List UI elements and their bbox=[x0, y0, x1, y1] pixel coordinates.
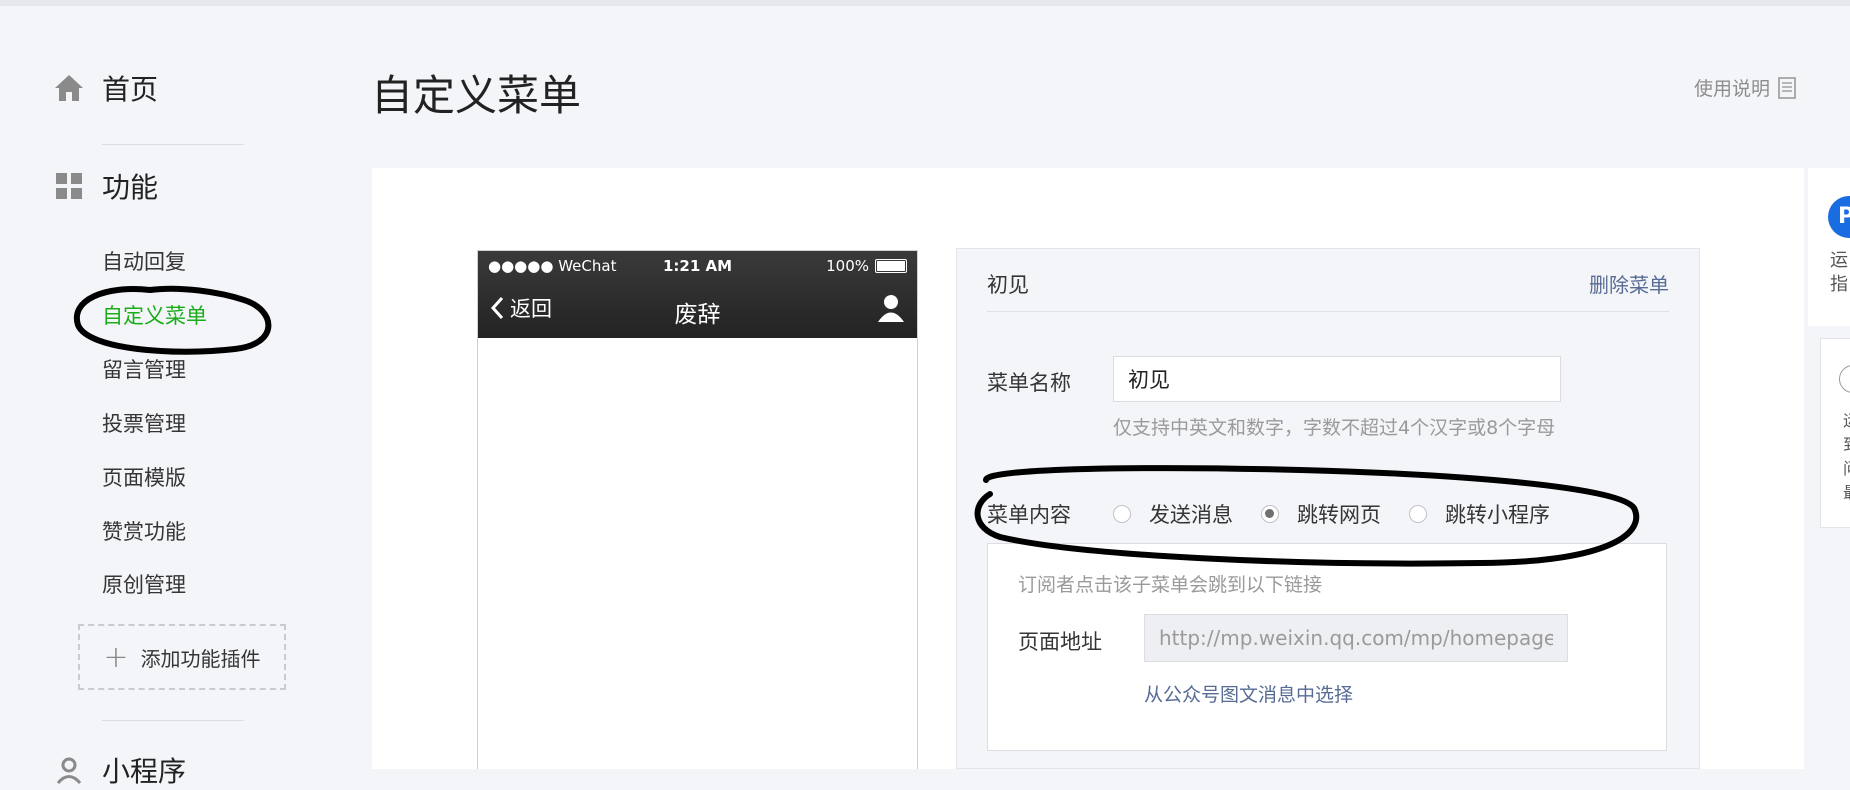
document-icon bbox=[1778, 76, 1796, 99]
menu-name-hint: 仅支持中英文和数字，字数不超过4个汉字或8个字母 bbox=[1113, 417, 1556, 439]
phone-header: ●●●●● WeChat 1:21 AM 100% 返回 废辞 bbox=[478, 251, 917, 338]
sidebar-item-page-templates[interactable]: 页面模版 bbox=[102, 462, 186, 492]
phone-nav-row: 返回 废辞 bbox=[478, 293, 917, 333]
sidebar-item-original[interactable]: 原创管理 bbox=[102, 569, 186, 599]
link-settings-box: 订阅者点击该子菜单会跳到以下链接 页面地址 从公众号图文消息中选择 bbox=[987, 543, 1667, 751]
link-hint: 订阅者点击该子菜单会跳到以下链接 bbox=[1018, 574, 1323, 596]
sidebar-item-auto-reply[interactable]: 自动回复 bbox=[102, 246, 186, 276]
profile-icon[interactable] bbox=[877, 293, 905, 323]
floating-text: 最 bbox=[1843, 479, 1850, 503]
phone-preview: ●●●●● WeChat 1:21 AM 100% 返回 废辞 bbox=[477, 250, 918, 769]
floating-text: 运 bbox=[1830, 250, 1848, 271]
phone-title: 废辞 bbox=[674, 302, 721, 328]
user-icon bbox=[52, 753, 86, 787]
add-plugin-label: 添加功能插件 bbox=[140, 646, 261, 671]
sidebar-item-reward[interactable]: 赞赏功能 bbox=[102, 516, 186, 546]
sidebar-divider bbox=[102, 720, 244, 721]
home-icon bbox=[52, 71, 86, 105]
url-input[interactable] bbox=[1144, 614, 1568, 662]
floating-text: 到 bbox=[1843, 431, 1850, 455]
radio-label: 跳转小程序 bbox=[1445, 503, 1550, 527]
battery-icon bbox=[875, 259, 907, 273]
help-link[interactable]: 使用说明 bbox=[1694, 74, 1796, 101]
floating-text: 运 bbox=[1843, 407, 1850, 431]
sidebar-item-custom-menu[interactable]: 自定义菜单 bbox=[102, 300, 207, 330]
phone-status-bar: ●●●●● WeChat 1:21 AM 100% bbox=[488, 257, 907, 277]
floating-text: 指 bbox=[1830, 274, 1848, 295]
plus-icon: + bbox=[103, 639, 129, 675]
radio-label: 跳转网页 bbox=[1297, 503, 1381, 527]
grid-icon bbox=[52, 169, 86, 203]
sidebar-mini-program[interactable]: 小程序 bbox=[52, 750, 186, 790]
help-label: 使用说明 bbox=[1694, 78, 1771, 100]
page-title: 自定义菜单 bbox=[371, 71, 582, 120]
radio-circle[interactable] bbox=[1409, 505, 1427, 523]
sidebar-functions-label: 功能 bbox=[102, 171, 159, 204]
panel-divider bbox=[987, 311, 1669, 312]
url-label: 页面地址 bbox=[1018, 630, 1102, 654]
floating-text: 问 bbox=[1843, 455, 1850, 479]
battery-label: 100% bbox=[826, 257, 869, 275]
add-plugin-button[interactable]: + 添加功能插件 bbox=[78, 624, 286, 690]
menu-content-label: 菜单内容 bbox=[987, 503, 1071, 527]
sidebar: 首页 功能 自动回复 自定义菜单 留言管理 投票管理 页面模版 赞赏功能 原创管… bbox=[0, 6, 330, 788]
floating-help-card[interactable]: P 运 指 bbox=[1808, 168, 1850, 326]
delete-menu-link[interactable]: 删除菜单 bbox=[1589, 269, 1669, 298]
radio-send-message[interactable]: 发送消息 bbox=[1113, 499, 1233, 529]
radio-label: 发送消息 bbox=[1149, 503, 1233, 527]
battery-indicator: 100% bbox=[826, 257, 907, 275]
sidebar-home-label: 首页 bbox=[102, 73, 159, 106]
menu-name-label: 菜单名称 bbox=[987, 371, 1071, 395]
radio-circle-selected[interactable] bbox=[1261, 505, 1279, 523]
menu-name-input[interactable] bbox=[1113, 356, 1561, 402]
sidebar-mini-program-label: 小程序 bbox=[102, 755, 187, 788]
sidebar-item-votes[interactable]: 投票管理 bbox=[102, 408, 186, 438]
badge-icon: P bbox=[1828, 196, 1850, 238]
radio-jump-mini-program[interactable]: 跳转小程序 bbox=[1409, 499, 1550, 529]
radio-circle[interactable] bbox=[1113, 505, 1131, 523]
floating-tip-card[interactable]: 运 到 问 最 bbox=[1820, 338, 1850, 528]
sidebar-home[interactable]: 首页 bbox=[52, 68, 158, 108]
sidebar-item-comments[interactable]: 留言管理 bbox=[102, 354, 186, 384]
question-icon bbox=[1839, 365, 1850, 393]
menu-content-radio-group: 发送消息 跳转网页 跳转小程序 bbox=[1113, 499, 1578, 529]
menu-name-header: 初见 bbox=[987, 273, 1029, 297]
choose-from-articles-link[interactable]: 从公众号图文消息中选择 bbox=[1144, 680, 1353, 707]
sidebar-functions[interactable]: 功能 bbox=[52, 166, 158, 206]
radio-jump-webpage[interactable]: 跳转网页 bbox=[1261, 499, 1381, 529]
menu-edit-panel: 初见 删除菜单 菜单名称 仅支持中英文和数字，字数不超过4个汉字或8个字母 菜单… bbox=[956, 248, 1700, 769]
sidebar-divider bbox=[102, 144, 244, 145]
